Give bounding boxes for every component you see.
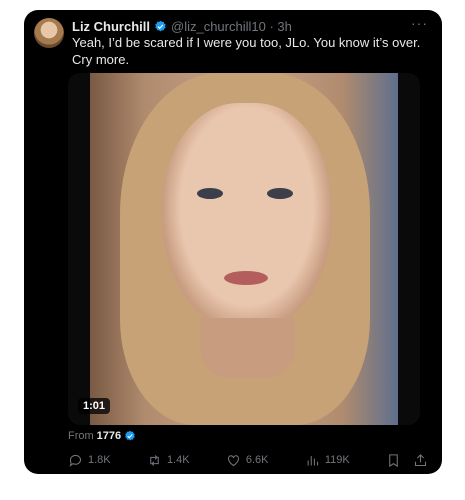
video-image-mouth: [224, 271, 268, 285]
video-image-neck: [200, 318, 295, 378]
retweet-button[interactable]: 1.4K: [147, 453, 190, 468]
author-handle-time[interactable]: @liz_churchill10 · 3h: [171, 19, 292, 34]
views-button[interactable]: 119K: [305, 453, 350, 468]
share-icon: [414, 453, 427, 466]
tweet-secondary-actions: [386, 453, 428, 468]
avatar[interactable]: [34, 18, 64, 48]
tweet-actions: 1.8K 1.4K 6.6K 119K: [68, 451, 428, 469]
like-count: 6.6K: [245, 454, 269, 466]
more-options-icon[interactable]: ···: [411, 15, 428, 31]
video-player[interactable]: 1:01: [68, 73, 420, 425]
views-count: 119K: [324, 454, 350, 466]
video-image-eye-left: [197, 188, 223, 199]
video-duration: 1:01: [78, 398, 111, 414]
reply-button[interactable]: 1.8K: [68, 453, 111, 468]
video-thumbnail[interactable]: [90, 73, 398, 425]
verified-badge-icon: [125, 430, 135, 441]
share-button[interactable]: [413, 453, 428, 468]
reply-count: 1.8K: [88, 454, 111, 466]
attribution-source[interactable]: 1776: [97, 430, 121, 442]
video-image-eye-right: [267, 188, 293, 199]
reply-icon: [69, 454, 82, 467]
tweet-card: Liz Churchill @liz_churchill10 · 3h ··· …: [24, 10, 442, 474]
like-icon: [227, 454, 239, 466]
bookmark-button[interactable]: [386, 453, 401, 468]
video-attribution: From 1776: [68, 430, 140, 442]
video-image-face: [162, 103, 332, 333]
verified-badge-icon: [155, 20, 166, 31]
views-icon: [307, 455, 318, 465]
bookmark-icon: [389, 453, 398, 467]
tweet-text: Yeah, I’d be scared if I were you too, J…: [72, 35, 421, 67]
like-button[interactable]: 6.6K: [226, 453, 269, 468]
tweet-header: Liz Churchill @liz_churchill10 · 3h: [72, 17, 432, 35]
author-name[interactable]: Liz Churchill: [72, 19, 150, 34]
retweet-count: 1.4K: [166, 454, 190, 466]
retweet-icon: [150, 454, 159, 466]
attribution-prefix: From: [68, 430, 94, 442]
